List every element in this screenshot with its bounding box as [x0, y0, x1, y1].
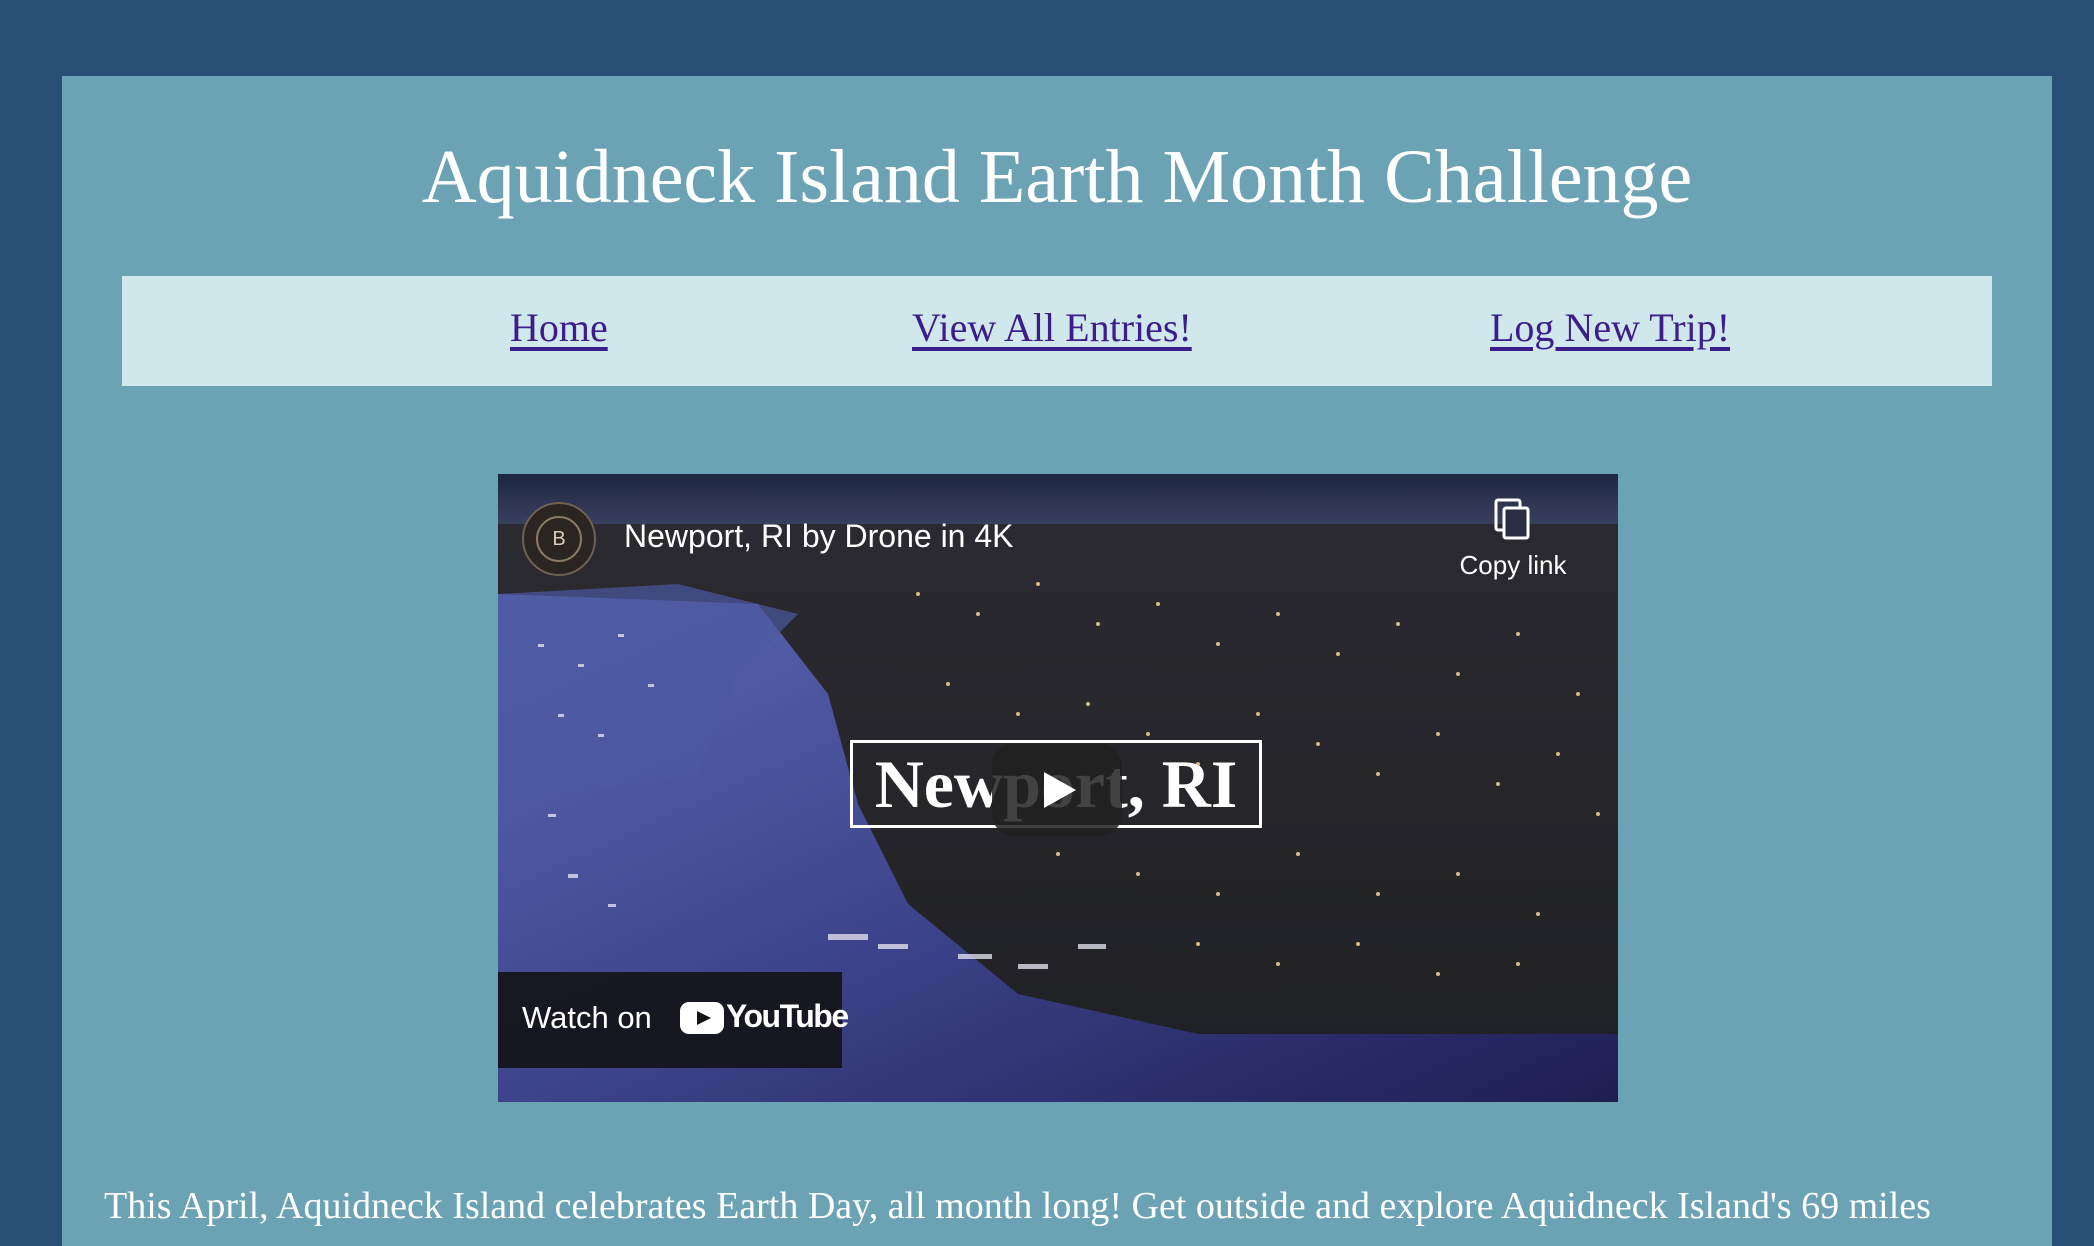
intro-paragraph: This April, Aquidneck Island celebrates … [104, 1185, 1931, 1227]
channel-avatar[interactable]: B [522, 502, 596, 576]
video-title[interactable]: Newport, RI by Drone in 4K [624, 518, 1014, 555]
nav-link-home[interactable]: Home [510, 304, 608, 351]
watch-on-label: Watch on [522, 1000, 652, 1035]
nav-link-view-all-entries[interactable]: View All Entries! [912, 304, 1192, 351]
copy-icon [1494, 498, 1530, 540]
play-icon [1044, 772, 1076, 808]
page-title: Aquidneck Island Earth Month Challenge [421, 135, 1693, 219]
main-panel: Aquidneck Island Earth Month Challenge H… [62, 76, 2052, 1246]
video-embed[interactable]: B Newport, RI by Drone in 4K Copy link N… [498, 474, 1618, 1102]
nav-link-log-new-trip[interactable]: Log New Trip! [1490, 304, 1730, 351]
copy-link-button[interactable]: Copy link [1448, 498, 1578, 581]
play-button[interactable] [992, 744, 1122, 836]
nav-bar: Home View All Entries! Log New Trip! [122, 276, 1992, 386]
youtube-wordmark: YouTube [726, 998, 849, 1034]
copy-link-label: Copy link [1459, 550, 1567, 580]
channel-avatar-letter: B [536, 516, 582, 562]
watch-on-youtube-button[interactable]: Watch on YouTube [498, 972, 849, 1068]
youtube-play-icon [680, 1002, 724, 1034]
